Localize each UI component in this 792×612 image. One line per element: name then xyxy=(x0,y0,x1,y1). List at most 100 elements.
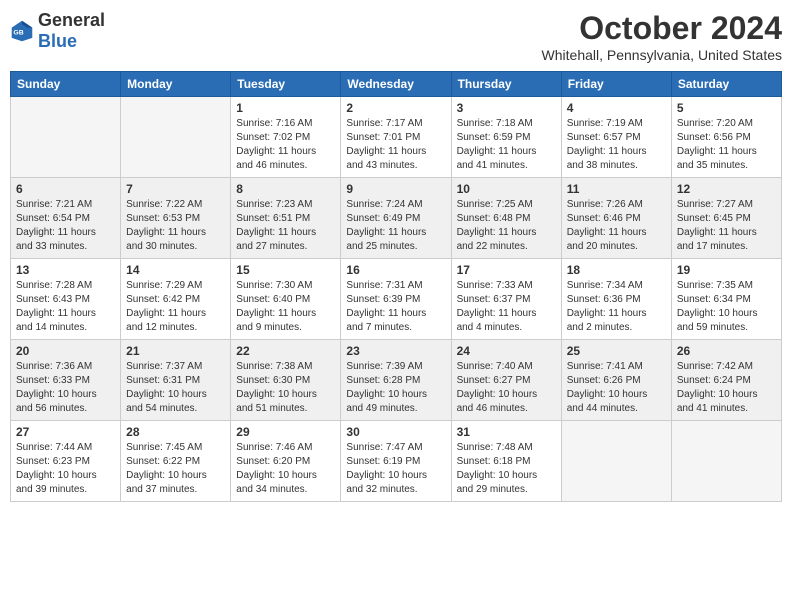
calendar-cell: 25 Sunrise: 7:41 AM Sunset: 6:26 PM Dayli… xyxy=(561,340,671,421)
day-info: Sunrise: 7:17 AM Sunset: 7:01 PM Dayligh… xyxy=(346,117,445,173)
day-info: Sunrise: 7:27 AM Sunset: 6:45 PM Dayligh… xyxy=(677,198,776,254)
calendar-cell: 13Sunrise: 7:28 AM Sunset: 6:43 PM Dayli… xyxy=(11,259,121,340)
day-number: 9 xyxy=(346,182,445,196)
calendar-cell xyxy=(671,421,781,502)
day-info: Sunrise: 7:26 AM Sunset: 6:46 PM Dayligh… xyxy=(567,198,666,254)
calendar-cell: 2Sunrise: 7:17 AM Sunset: 7:01 PM Daylig… xyxy=(341,97,451,178)
logo: GB General Blue xyxy=(10,10,105,52)
calendar-cell: 20Sunrise: 7:36 AM Sunset: 6:33 PM Dayli… xyxy=(11,340,121,421)
day-info: Sunrise: 7:30 AM Sunset: 6:40 PM Dayligh… xyxy=(236,279,335,335)
calendar-cell: 3Sunrise: 7:18 AM Sunset: 6:59 PM Daylig… xyxy=(451,97,561,178)
day-number: 12 xyxy=(677,182,776,196)
calendar-cell: 28Sunrise: 7:45 AM Sunset: 6:22 PM Dayli… xyxy=(121,421,231,502)
day-number: 26 xyxy=(677,344,776,358)
page-header: GB General Blue October 2024 Whitehall, … xyxy=(10,10,782,63)
calendar-cell: 24Sunrise: 7:40 AM Sunset: 6:27 PM Dayli… xyxy=(451,340,561,421)
calendar-cell: 30Sunrise: 7:47 AM Sunset: 6:19 PM Dayli… xyxy=(341,421,451,502)
week-row-4: 20Sunrise: 7:36 AM Sunset: 6:33 PM Dayli… xyxy=(11,340,782,421)
calendar-cell: 6 Sunrise: 7:21 AM Sunset: 6:54 PM Daylig… xyxy=(11,178,121,259)
day-number: 11 xyxy=(567,182,666,196)
calendar-cell: 29 Sunrise: 7:46 AM Sunset: 6:20 PM Dayli… xyxy=(231,421,341,502)
day-number: 16 xyxy=(346,263,445,277)
day-number: 18 xyxy=(567,263,666,277)
calendar-cell xyxy=(561,421,671,502)
week-row-3: 13Sunrise: 7:28 AM Sunset: 6:43 PM Dayli… xyxy=(11,259,782,340)
day-header-friday: Friday xyxy=(561,72,671,97)
calendar-cell xyxy=(11,97,121,178)
calendar-cell: 15 Sunrise: 7:30 AM Sunset: 6:40 PM Dayli… xyxy=(231,259,341,340)
day-number: 3 xyxy=(457,101,556,115)
day-info: Sunrise: 7:22 AM Sunset: 6:53 PM Dayligh… xyxy=(126,198,225,254)
day-info: Sunrise: 7:35 AM Sunset: 6:34 PM Dayligh… xyxy=(677,279,776,335)
day-number: 17 xyxy=(457,263,556,277)
calendar-cell: 12 Sunrise: 7:27 AM Sunset: 6:45 PM Dayli… xyxy=(671,178,781,259)
calendar-cell: 7 Sunrise: 7:22 AM Sunset: 6:53 PM Daylig… xyxy=(121,178,231,259)
day-header-tuesday: Tuesday xyxy=(231,72,341,97)
day-info: Sunrise: 7:41 AM Sunset: 6:26 PM Dayligh… xyxy=(567,360,666,416)
calendar-cell: 26 Sunrise: 7:42 AM Sunset: 6:24 PM Dayli… xyxy=(671,340,781,421)
calendar-cell: 4 Sunrise: 7:19 AM Sunset: 6:57 PM Daylig… xyxy=(561,97,671,178)
day-info: Sunrise: 7:39 AM Sunset: 6:28 PM Dayligh… xyxy=(346,360,445,416)
day-number: 10 xyxy=(457,182,556,196)
day-info: Sunrise: 7:28 AM Sunset: 6:43 PM Dayligh… xyxy=(16,279,115,335)
svg-text:GB: GB xyxy=(13,29,23,36)
day-info: Sunrise: 7:38 AM Sunset: 6:30 PM Dayligh… xyxy=(236,360,335,416)
title-block: October 2024 Whitehall, Pennsylvania, Un… xyxy=(542,10,782,63)
day-info: Sunrise: 7:36 AM Sunset: 6:33 PM Dayligh… xyxy=(16,360,115,416)
day-info: Sunrise: 7:34 AM Sunset: 6:36 PM Dayligh… xyxy=(567,279,666,335)
day-number: 5 xyxy=(677,101,776,115)
calendar-cell: 9Sunrise: 7:24 AM Sunset: 6:49 PM Daylig… xyxy=(341,178,451,259)
day-number: 7 xyxy=(126,182,225,196)
day-info: Sunrise: 7:40 AM Sunset: 6:27 PM Dayligh… xyxy=(457,360,556,416)
calendar-cell: 18 Sunrise: 7:34 AM Sunset: 6:36 PM Dayli… xyxy=(561,259,671,340)
day-number: 1 xyxy=(236,101,335,115)
location-title: Whitehall, Pennsylvania, United States xyxy=(542,47,782,63)
calendar-cell: 16 Sunrise: 7:31 AM Sunset: 6:39 PM Dayli… xyxy=(341,259,451,340)
day-info: Sunrise: 7:33 AM Sunset: 6:37 PM Dayligh… xyxy=(457,279,556,335)
calendar-table: SundayMondayTuesdayWednesdayThursdayFrid… xyxy=(10,71,782,502)
day-info: Sunrise: 7:46 AM Sunset: 6:20 PM Dayligh… xyxy=(236,441,335,497)
day-number: 21 xyxy=(126,344,225,358)
month-title: October 2024 xyxy=(542,10,782,47)
day-info: Sunrise: 7:42 AM Sunset: 6:24 PM Dayligh… xyxy=(677,360,776,416)
day-number: 6 xyxy=(16,182,115,196)
day-number: 29 xyxy=(236,425,335,439)
day-header-monday: Monday xyxy=(121,72,231,97)
day-header-saturday: Saturday xyxy=(671,72,781,97)
logo-icon: GB xyxy=(10,19,34,43)
day-number: 19 xyxy=(677,263,776,277)
logo-text: General Blue xyxy=(38,10,105,52)
day-info: Sunrise: 7:44 AM Sunset: 6:23 PM Dayligh… xyxy=(16,441,115,497)
calendar-cell: 22 Sunrise: 7:38 AM Sunset: 6:30 PM Dayli… xyxy=(231,340,341,421)
calendar-cell: 31 Sunrise: 7:48 AM Sunset: 6:18 PM Dayli… xyxy=(451,421,561,502)
calendar-cell: 11 Sunrise: 7:26 AM Sunset: 6:46 PM Dayli… xyxy=(561,178,671,259)
day-header-thursday: Thursday xyxy=(451,72,561,97)
calendar-cell: 19 Sunrise: 7:35 AM Sunset: 6:34 PM Dayli… xyxy=(671,259,781,340)
day-info: Sunrise: 7:48 AM Sunset: 6:18 PM Dayligh… xyxy=(457,441,556,497)
day-number: 27 xyxy=(16,425,115,439)
day-number: 14 xyxy=(126,263,225,277)
day-info: Sunrise: 7:37 AM Sunset: 6:31 PM Dayligh… xyxy=(126,360,225,416)
calendar-cell: 10 Sunrise: 7:25 AM Sunset: 6:48 PM Dayli… xyxy=(451,178,561,259)
day-header-wednesday: Wednesday xyxy=(341,72,451,97)
day-info: Sunrise: 7:19 AM Sunset: 6:57 PM Dayligh… xyxy=(567,117,666,173)
calendar-cell: 14 Sunrise: 7:29 AM Sunset: 6:42 PM Dayli… xyxy=(121,259,231,340)
day-info: Sunrise: 7:21 AM Sunset: 6:54 PM Dayligh… xyxy=(16,198,115,254)
day-number: 4 xyxy=(567,101,666,115)
calendar-cell: 1 Sunrise: 7:16 AM Sunset: 7:02 PM Daylig… xyxy=(231,97,341,178)
day-info: Sunrise: 7:29 AM Sunset: 6:42 PM Dayligh… xyxy=(126,279,225,335)
week-row-2: 6 Sunrise: 7:21 AM Sunset: 6:54 PM Daylig… xyxy=(11,178,782,259)
day-number: 30 xyxy=(346,425,445,439)
day-info: Sunrise: 7:20 AM Sunset: 6:56 PM Dayligh… xyxy=(677,117,776,173)
day-info: Sunrise: 7:25 AM Sunset: 6:48 PM Dayligh… xyxy=(457,198,556,254)
day-number: 15 xyxy=(236,263,335,277)
day-number: 23 xyxy=(346,344,445,358)
day-number: 31 xyxy=(457,425,556,439)
day-number: 22 xyxy=(236,344,335,358)
calendar-cell: 8 Sunrise: 7:23 AM Sunset: 6:51 PM Daylig… xyxy=(231,178,341,259)
day-number: 8 xyxy=(236,182,335,196)
day-number: 25 xyxy=(567,344,666,358)
day-info: Sunrise: 7:23 AM Sunset: 6:51 PM Dayligh… xyxy=(236,198,335,254)
day-info: Sunrise: 7:31 AM Sunset: 6:39 PM Dayligh… xyxy=(346,279,445,335)
day-info: Sunrise: 7:16 AM Sunset: 7:02 PM Dayligh… xyxy=(236,117,335,173)
